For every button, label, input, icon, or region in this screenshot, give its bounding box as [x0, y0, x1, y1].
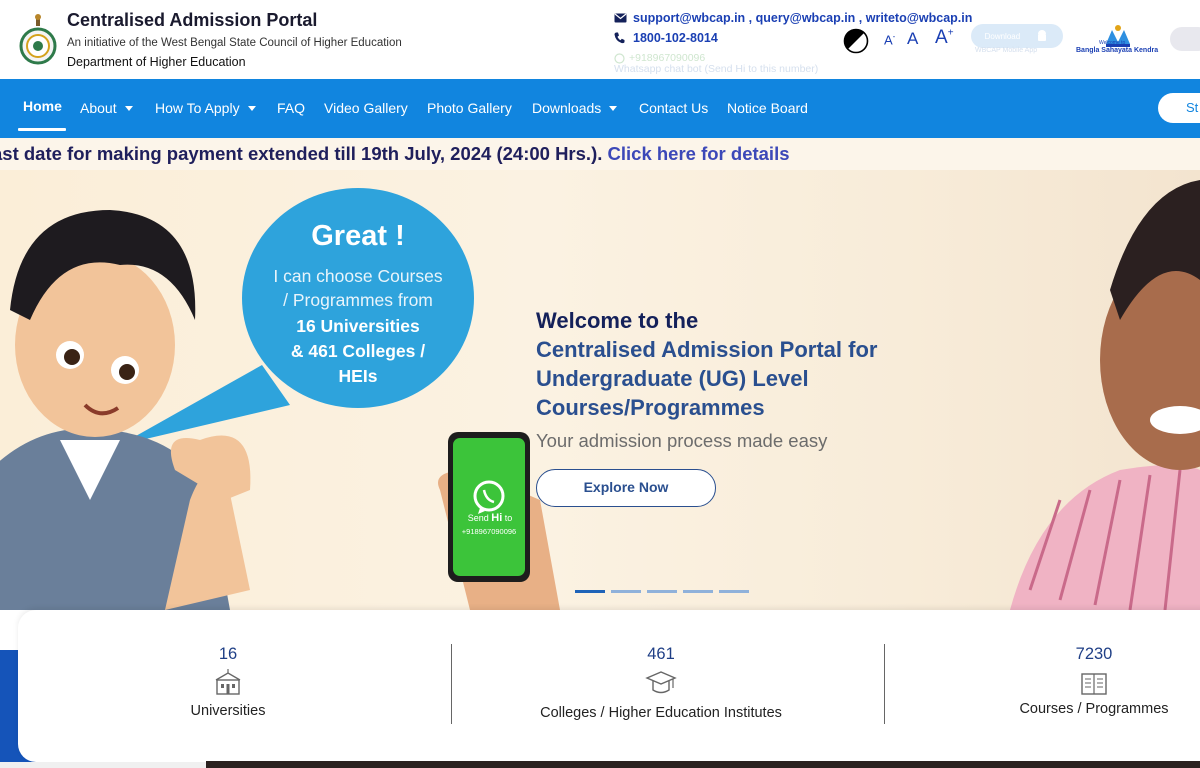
stat-value: 7230 [1075, 645, 1113, 663]
nav-notice-board[interactable]: Notice Board [727, 100, 808, 116]
email-links[interactable]: support@wbcap.in , query@wbcap.in , writ… [633, 11, 972, 25]
explore-now-button[interactable]: Explore Now [536, 469, 716, 507]
app-caption: WBCAP Mobile App [975, 47, 1038, 54]
bubble-text-line-1: I can choose Courses [273, 266, 443, 286]
nav-contact-us[interactable]: Contact Us [639, 100, 708, 116]
nav-student-login-button[interactable]: St [1158, 93, 1200, 123]
header-right-control[interactable] [1170, 27, 1200, 51]
announcement-marquee: ast date for making payment extended til… [0, 138, 1200, 170]
android-icon [1038, 30, 1047, 41]
phone-number-text: +918967090096 [461, 527, 517, 536]
bsk-name: Bangla Sahayata Kendra [1076, 47, 1159, 54]
carousel-indicators [575, 590, 749, 593]
announcement-text: ast date for making payment extended til… [0, 143, 790, 164]
stat-label: Courses / Programmes [1019, 701, 1169, 717]
envelope-icon [614, 13, 627, 23]
hero-welcome: Welcome to the [536, 308, 699, 333]
nav-home[interactable]: Home [23, 98, 62, 114]
phone-icon [614, 32, 625, 44]
site-header: Centralised Admission Portal An initiati… [0, 0, 1200, 79]
nav-video-gallery[interactable]: Video Gallery [324, 100, 408, 116]
nav-downloads[interactable]: Downloads [532, 100, 618, 116]
chevron-down-icon [247, 105, 256, 111]
site-title[interactable]: Centralised Admission Portal [67, 10, 317, 31]
stat-label: Colleges / Higher Education Institutes [540, 705, 782, 721]
app-download-button[interactable]: Download [971, 24, 1063, 48]
chief-minister-photo-icon [1010, 180, 1200, 610]
whatsapp-icon [614, 52, 625, 64]
nav-how-to-apply[interactable]: How To Apply [155, 100, 256, 116]
phone-number[interactable]: 1800-102-8014 [633, 31, 718, 45]
stat-label: Universities [190, 703, 266, 719]
stats-card: 16 Universities 461 Colleges / Higher Ed… [18, 610, 1200, 762]
bubble-text-line-2: / Programmes from [283, 290, 433, 310]
university-building-icon [215, 669, 241, 695]
carousel-dot-1[interactable] [575, 590, 605, 593]
stat-value: 461 [647, 645, 675, 663]
nav-photo-gallery[interactable]: Photo Gallery [427, 100, 512, 116]
graduation-cap-icon [645, 671, 677, 694]
stat-value: 16 [218, 645, 238, 663]
font-normal-button[interactable]: A [907, 29, 918, 49]
hero-tagline: Your admission process made easy [536, 430, 828, 451]
department-name: Department of Higher Education [67, 55, 246, 69]
bubble-colleges: & 461 Colleges / [290, 341, 426, 361]
hero-heading: Centralised Admission Portal for Undergr… [536, 337, 878, 420]
carousel-dot-5[interactable] [719, 590, 749, 593]
contact-phone[interactable]: 1800-102-8014 [614, 31, 718, 45]
bsk-label: Welcome to [1099, 40, 1126, 46]
app-download-label: Download [984, 31, 1021, 41]
bubble-universities: 16 Universities [296, 316, 420, 336]
bottom-section-strip [206, 761, 1200, 768]
whatsapp-caption: Whatsapp chat bot (Send Hi to this numbe… [614, 63, 819, 75]
font-decrease-button[interactable]: A- [884, 32, 895, 47]
bubble-heis: HEIs [338, 366, 378, 386]
nav-faq[interactable]: FAQ [277, 100, 305, 116]
hero-carousel: Great ! I can choose Courses / Programme… [0, 170, 1200, 610]
main-navigation: Home About How To Apply FAQ Video Galler… [0, 79, 1200, 138]
chevron-down-icon [609, 105, 618, 111]
carousel-dot-2[interactable] [611, 590, 641, 593]
nav-about[interactable]: About [80, 100, 133, 116]
phone-send-hi: Send Hi to [467, 512, 513, 524]
bottom-section-edge [0, 762, 206, 768]
contrast-toggle-icon[interactable] [843, 28, 869, 54]
west-bengal-emblem-icon [19, 14, 57, 65]
site-subtitle: An initiative of the West Bengal State C… [67, 37, 402, 49]
bubble-title: Great ! [311, 220, 405, 252]
carousel-dot-3[interactable] [647, 590, 677, 593]
book-icon [1081, 673, 1107, 695]
nav-home-active-indicator [18, 128, 66, 131]
carousel-dot-4[interactable] [683, 590, 713, 593]
announcement-details-link[interactable]: Click here for details [602, 143, 790, 164]
contact-emails[interactable]: support@wbcap.in , query@wbcap.in , writ… [614, 11, 972, 25]
chevron-down-icon [124, 105, 133, 111]
font-increase-button[interactable]: A+ [935, 27, 954, 49]
